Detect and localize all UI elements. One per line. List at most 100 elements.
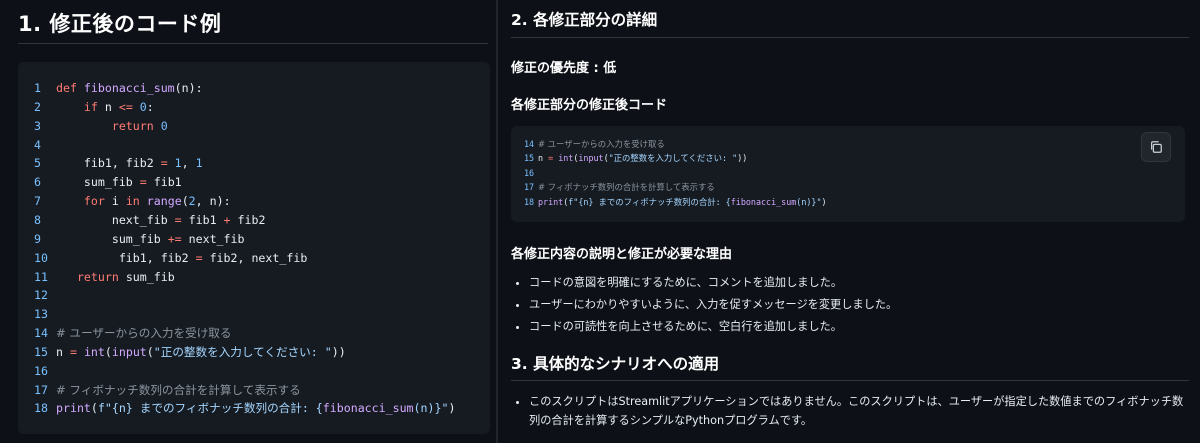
code-token: i: [104, 194, 126, 209]
code-token: <=: [118, 99, 133, 114]
line-number: 17: [524, 182, 535, 193]
priority-label: 修正の優先度 : 低: [511, 61, 617, 76]
line-number: 13: [34, 307, 48, 322]
code-token: +: [223, 212, 231, 227]
line-number: 15: [34, 344, 48, 359]
line-number: 18: [524, 196, 535, 207]
code-token: , n):: [195, 194, 231, 209]
code-line: 14 # ユーザーからの入力を受け取る: [34, 324, 231, 343]
reasons-list: コードの意図を明確にするために、コメントを追加しました。 ユーザーにわかりやすい…: [511, 272, 1189, 338]
section-divider: [511, 37, 1189, 38]
line-number: 15: [524, 153, 535, 164]
code-token: n: [538, 153, 549, 164]
code-token: )): [737, 153, 748, 164]
code-heading: 各修正部分の修正後コード: [511, 98, 668, 113]
code-token: 1: [195, 156, 203, 171]
code-token: # ユーザーからの入力を受け取る: [56, 326, 232, 341]
code-line: 6 sum_fib = fib1: [34, 173, 182, 192]
code-token: next_fib: [56, 212, 175, 227]
code-token: def: [56, 81, 84, 95]
left-pane: 1. 修正後のコード例 1 def fibonacci_sum(n): 2 if n…: [0, 0, 496, 443]
code-token: range: [146, 194, 182, 209]
code-token: print: [56, 401, 91, 416]
code-token: n: [56, 344, 70, 359]
code-token: n: [97, 99, 119, 114]
code-token: # フィボナッチ数列の合計を計算して表示する: [538, 182, 715, 193]
code-token: =: [160, 156, 168, 171]
code-token: (: [104, 344, 112, 359]
code-token: sum_fib: [56, 231, 168, 246]
code-token: fib1, fib2: [56, 250, 196, 265]
section-title-details: 2. 各修正部分の詳細: [511, 11, 658, 29]
code-token: f"{n} までのフィボナッチ数列の合計: {: [97, 401, 323, 416]
code-token: (n)}": [413, 401, 449, 416]
code-line: 17 # フィボナッチ数列の合計を計算して表示する: [524, 180, 715, 195]
code-token: =: [195, 250, 203, 265]
line-number: 8: [34, 212, 41, 227]
code-token: int: [83, 344, 105, 359]
section-title-code-example: 1. 修正後のコード例: [18, 12, 222, 36]
code-token: for: [83, 194, 105, 209]
code-line: 8 next_fib = fib1 + fib2: [34, 211, 265, 230]
copy-button[interactable]: [1141, 132, 1171, 162]
code-token: return: [76, 269, 119, 284]
code-token: (: [90, 401, 98, 416]
code-line: 1 def fibonacci_sum(n):: [34, 79, 203, 98]
code-token: # フィボナッチ数列の合計を計算して表示する: [56, 382, 301, 397]
line-number: 14: [34, 326, 48, 341]
line-number: 1: [34, 81, 41, 95]
code-token: (n):: [174, 81, 203, 95]
code-block-snippet[interactable]: 14 # ユーザーからの入力を受け取る 15 n = int(input("正の整数を…: [511, 126, 1185, 222]
list-item: このスクリプトはStreamlitアプリケーションではありません。このスクリプト…: [529, 392, 1189, 430]
list-item: ユーザーにわかりやすいように、入力を促すメッセージを変更しました。: [529, 294, 1189, 316]
right-pane: 2. 各修正部分の詳細 修正の優先度 : 低 各修正部分の修正後コード 14 # …: [498, 0, 1200, 443]
code-line: 15 n = int(input("正の整数を入力してください: ")): [34, 343, 346, 362]
code-token: 2: [188, 194, 196, 209]
code-line: 12: [34, 286, 56, 305]
code-line: 13: [34, 305, 56, 324]
line-number: 16: [34, 363, 48, 378]
code-block-full[interactable]: 1 def fibonacci_sum(n): 2 if n <= 0: 3 retu…: [18, 62, 490, 434]
code-token: next_fib: [181, 231, 245, 246]
code-line: 16: [34, 362, 56, 381]
code-token: 1: [174, 156, 182, 171]
copy-icon: [1151, 141, 1162, 153]
code-token: fibonacci_sum: [322, 401, 414, 416]
line-number: 2: [34, 99, 41, 114]
code-token: fib1: [181, 212, 224, 227]
code-token: fibonacci_sum: [83, 81, 175, 95]
code-token: in: [125, 194, 140, 209]
reasons-heading: 各修正内容の説明と修正が必要な理由: [511, 247, 733, 262]
code-line: 7 for i in range(2, n):: [34, 192, 231, 211]
code-line: 10 fib1, fib2 = fib2, next_fib: [34, 249, 307, 268]
scenario-list: このスクリプトはStreamlitアプリケーションではありません。このスクリプト…: [511, 392, 1189, 430]
line-number: 18: [34, 401, 48, 416]
line-number: 6: [34, 175, 41, 190]
code-token: if: [83, 99, 98, 114]
code-token: (: [181, 194, 189, 209]
code-token: (: [146, 344, 154, 359]
section-title-scenario: 3. 具体的なシナリオへの適用: [511, 355, 720, 373]
code-token: f"{n} までのフィボナッチ数列の合計: {: [568, 196, 731, 207]
code-line: 17 # フィボナッチ数列の合計を計算して表示する: [34, 381, 301, 400]
code-token: # ユーザーからの入力を受け取る: [538, 139, 665, 149]
code-token: int: [558, 153, 574, 164]
code-token: input: [578, 153, 604, 164]
line-number: 5: [34, 156, 41, 171]
code-token: (n)}": [796, 196, 822, 207]
code-token: sum_fib: [56, 175, 140, 190]
code-token: +=: [167, 231, 182, 246]
code-token: =: [174, 212, 182, 227]
title-divider: [18, 43, 488, 44]
code-token: "正の整数を入力してください: ": [608, 153, 738, 164]
line-number: 3: [34, 118, 41, 133]
code-token: input: [111, 344, 147, 359]
